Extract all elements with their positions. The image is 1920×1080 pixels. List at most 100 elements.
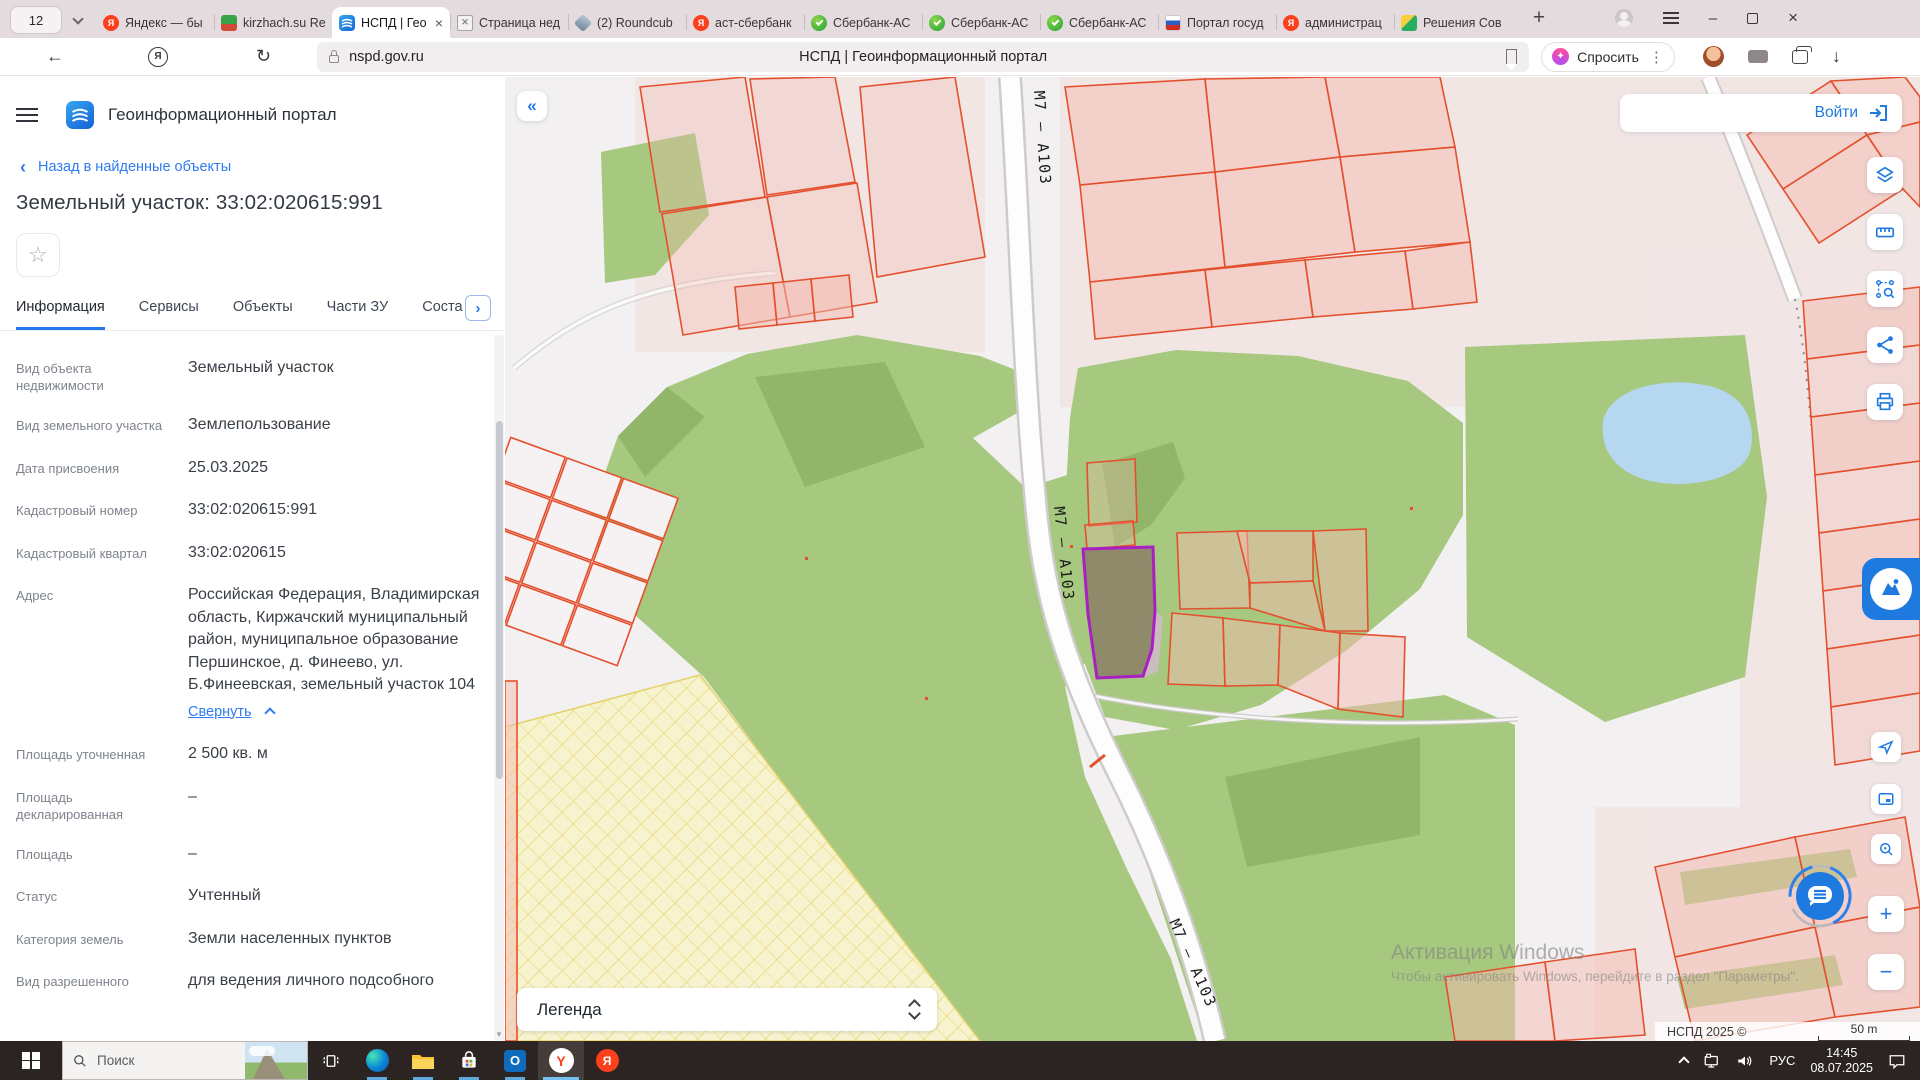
field-row: Вид земельного участкаЗемлепользование: [16, 414, 495, 437]
back-icon[interactable]: ←: [46, 46, 64, 67]
profile-icon[interactable]: [1615, 9, 1633, 27]
field-row: Площадь уточненная2 500 кв. м: [16, 743, 495, 766]
yandex-app[interactable]: Я: [584, 1041, 630, 1080]
browser-tab[interactable]: Портал госуд: [1158, 7, 1276, 38]
page-title: НСПД | Геоинформационный портал: [317, 49, 1529, 65]
minimize-button[interactable]: –: [1709, 10, 1717, 27]
locate-button[interactable]: [1871, 732, 1901, 762]
legend-toggle[interactable]: Легенда: [517, 988, 937, 1031]
taskbar-search[interactable]: Поиск: [62, 1041, 308, 1080]
zoom-in-button[interactable]: +: [1868, 896, 1904, 932]
tab-parts[interactable]: Части ЗУ: [327, 299, 389, 330]
map-canvas[interactable]: М7 – А103 М7 – А103 М7 – А103: [505, 77, 1920, 1041]
more-options-icon[interactable]: ⋮: [1649, 48, 1664, 66]
edge-app[interactable]: [354, 1041, 400, 1080]
selected-parcel[interactable]: [1083, 547, 1155, 678]
back-to-results-link[interactable]: ‹ Назад в найденные объекты: [20, 159, 505, 175]
volume-icon[interactable]: [1736, 1053, 1754, 1069]
outlook-icon: O: [504, 1050, 526, 1072]
user-avatar[interactable]: [1703, 46, 1724, 67]
browser-tab[interactable]: (2) Roundcub: [568, 7, 686, 38]
tab-information[interactable]: Информация: [16, 299, 105, 330]
chevron-down-icon[interactable]: [72, 13, 83, 24]
panel-scrollbar[interactable]: ▾: [494, 335, 504, 1041]
address-bar[interactable]: nspd.gov.ru НСПД | Геоинформационный пор…: [317, 42, 1529, 72]
outlook-app[interactable]: O: [492, 1041, 538, 1080]
refresh-icon[interactable]: ↻: [256, 46, 271, 67]
new-tab-button[interactable]: +: [1526, 6, 1552, 30]
layers-icon: [1874, 164, 1896, 186]
close-tab-icon[interactable]: ×: [435, 15, 443, 31]
notifications-icon[interactable]: [1888, 1053, 1906, 1069]
object-fields: Вид объекта недвижимостиЗемельный участо…: [0, 331, 505, 993]
browser-tab[interactable]: Яадминистрац: [1276, 7, 1394, 38]
browser-tab[interactable]: kirzhach.su Re: [214, 7, 332, 38]
tray-expand-icon[interactable]: [1679, 1056, 1690, 1067]
chat-bubble-icon: [1788, 864, 1852, 928]
print-button[interactable]: [1867, 384, 1903, 420]
scrollbar-down-arrow[interactable]: ▾: [494, 1029, 504, 1040]
share-button[interactable]: [1867, 327, 1903, 363]
browser-tab-active[interactable]: НСПД | Гео ×: [332, 7, 450, 38]
minimap-button[interactable]: [1871, 784, 1901, 814]
browser-tab[interactable]: Решения Сов: [1394, 7, 1512, 38]
yandex-icon: Я: [103, 15, 119, 31]
file-explorer-app[interactable]: [400, 1041, 446, 1080]
assistant-side-tab[interactable]: [1862, 558, 1920, 620]
area-search-button[interactable]: [1867, 271, 1903, 307]
search-highlight-image[interactable]: [245, 1042, 307, 1079]
sber-check-icon: [929, 15, 945, 31]
tab-services[interactable]: Сервисы: [139, 299, 199, 330]
maximize-button[interactable]: [1747, 13, 1758, 24]
tabs-scroll-right-button[interactable]: ›: [465, 295, 491, 321]
menu-icon[interactable]: [16, 108, 38, 122]
browser-tab[interactable]: Яаст-сбербанк: [686, 7, 804, 38]
ask-button[interactable]: ✦ Спросить ⋮: [1541, 42, 1675, 72]
field-row: СтатусУчтенный: [16, 885, 495, 908]
tab-groups-icon[interactable]: [1792, 50, 1808, 64]
measure-button[interactable]: [1867, 214, 1903, 250]
browser-tab[interactable]: ✕Страница нед: [450, 7, 568, 38]
scrollbar-thumb[interactable]: [496, 421, 503, 779]
url-text[interactable]: nspd.gov.ru: [349, 49, 424, 65]
clock[interactable]: 14:45 08.07.2025: [1810, 1046, 1873, 1076]
browser-tab[interactable]: ЯЯндекс — бы: [96, 7, 214, 38]
chat-button[interactable]: [1788, 864, 1852, 928]
task-view-button[interactable]: [308, 1041, 354, 1080]
tab-counter-value[interactable]: 12: [10, 6, 62, 34]
yandex-browser-app[interactable]: Y: [538, 1041, 584, 1080]
date: 08.07.2025: [1810, 1061, 1873, 1075]
login-button[interactable]: Войти: [1620, 94, 1902, 132]
collapse-address-link[interactable]: Свернуть: [188, 701, 488, 724]
tab-composition[interactable]: Соста: [422, 299, 464, 330]
chevron-left-icon: ‹: [20, 160, 26, 174]
yandex-icon: Я: [596, 1049, 619, 1072]
nspd-logo-icon: [66, 101, 94, 129]
network-icon[interactable]: [1703, 1053, 1721, 1069]
tab-counter[interactable]: 12: [10, 6, 82, 34]
ruler-icon: [1874, 221, 1896, 243]
bookmark-icon[interactable]: [1506, 49, 1517, 64]
yandex-search-icon[interactable]: Я: [148, 47, 168, 67]
wallet-icon[interactable]: [1748, 50, 1768, 63]
close-window-button[interactable]: ×: [1788, 8, 1798, 28]
start-button[interactable]: [0, 1041, 62, 1080]
layers-button[interactable]: [1867, 157, 1903, 193]
search-object-button[interactable]: [1871, 834, 1901, 864]
browser-tab[interactable]: Сбербанк-АС: [1040, 7, 1158, 38]
yandex-icon: Я: [1283, 15, 1299, 31]
map-area[interactable]: М7 – А103 М7 – А103 М7 – А103 « Войти: [505, 77, 1920, 1041]
favorite-button[interactable]: ☆: [16, 233, 60, 277]
language-indicator[interactable]: РУС: [1769, 1053, 1795, 1068]
portal-header: Геоинформационный портал: [0, 77, 505, 129]
store-app[interactable]: [446, 1041, 492, 1080]
downloads-icon[interactable]: ↓: [1832, 46, 1841, 67]
browser-tab[interactable]: Сбербанк-АС: [922, 7, 1040, 38]
tab-objects[interactable]: Объекты: [233, 299, 293, 330]
nspd-pin-icon: [1870, 568, 1912, 610]
browser-tab[interactable]: Сбербанк-АС: [804, 7, 922, 38]
collapse-panel-button[interactable]: «: [517, 91, 547, 121]
zoom-out-button[interactable]: −: [1868, 954, 1904, 990]
browser-toolbar: ← Я ↻ nspd.gov.ru НСПД | Геоинформационн…: [0, 38, 1920, 76]
browser-menu-icon[interactable]: [1663, 12, 1679, 24]
